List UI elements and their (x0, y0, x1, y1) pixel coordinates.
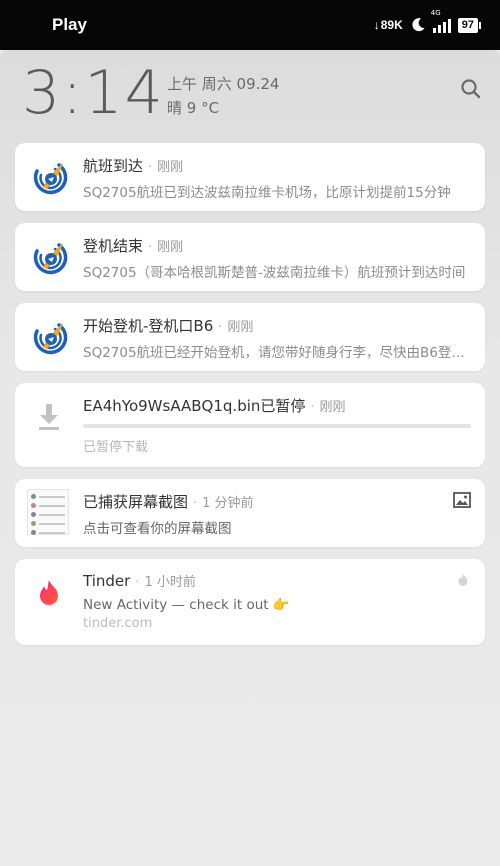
notification-body: New Activity — check it out 👉 (83, 597, 290, 613)
date-weather[interactable]: 上午 周六 09.24 晴 9 °C (167, 72, 279, 120)
weather-line: 晴 9 °C (167, 99, 220, 117)
notification-boarding-closed[interactable]: 登机结束 · 刚刚 SQ2705（哥本哈根凯斯楚普-波兹南拉维卡）航班预计到达时间 (15, 223, 485, 291)
download-status: 已暂停下载 (83, 440, 149, 455)
download-arrow-icon: ↓ (373, 18, 380, 32)
tinder-small-icon (455, 572, 471, 592)
notification-title: EA4hYo9WsAABQ1q.bin已暂停 (83, 397, 306, 415)
notification-time: 1 小时前 (144, 575, 196, 590)
notification-title: Tinder (83, 572, 131, 590)
moon-icon (410, 17, 426, 33)
notification-screenshot[interactable]: 已捕获屏幕截图 · 1 分钟前 点击可查看你的屏幕截图 (15, 479, 485, 547)
screenshot-thumbnail (27, 489, 69, 535)
signal-type: 4G (430, 9, 441, 17)
notification-boarding-started[interactable]: 开始登机-登机口B6 · 刚刚 SQ2705航班已经开始登机，请您带好随身行李，尽快… (15, 303, 485, 371)
net-speed-value: 89K (380, 18, 403, 32)
battery-level: 97 (461, 18, 474, 31)
flight-app-icon (29, 157, 69, 197)
notification-time: 刚刚 (319, 400, 346, 415)
notification-shade: 3:14 上午 周六 09.24 晴 9 °C 航班到达 · 刚刚 SQ2705航班… (0, 50, 500, 866)
battery-icon: 97 (457, 17, 482, 33)
notification-title: 开始登机-登机口B6 (83, 317, 214, 335)
clock[interactable]: 3:14 (22, 58, 165, 128)
flight-app-icon (29, 237, 69, 277)
notification-title: 航班到达 (83, 157, 144, 175)
notification-title: 已捕获屏幕截图 (83, 493, 189, 511)
notification-title-row: 已捕获屏幕截图 · 1 分钟前 (83, 493, 254, 511)
notification-title-row: EA4hYo9WsAABQ1q.bin已暂停 · 刚刚 (83, 397, 346, 415)
notification-link: tinder.com (83, 616, 153, 631)
notification-body: 点击可查看你的屏幕截图 (83, 521, 232, 537)
notification-title-row: 登机结束 · 刚刚 (83, 237, 184, 255)
notification-time: 刚刚 (157, 240, 184, 255)
notification-tinder[interactable]: Tinder · 1 小时前 New Activity — check it out… (15, 559, 485, 645)
search-icon[interactable] (460, 78, 482, 104)
notification-title-row: Tinder · 1 小时前 (83, 572, 196, 590)
notification-time: 刚刚 (227, 320, 254, 335)
flight-app-icon (29, 317, 69, 357)
notification-title: 登机结束 (83, 237, 144, 255)
notification-body: SQ2705航班已经开始登机，请您带好随身行李，尽快由B6登机口登机 (83, 345, 473, 361)
network-speed: ↓ 89K (374, 18, 403, 32)
image-icon[interactable] (453, 492, 471, 512)
notification-download-paused[interactable]: EA4hYo9WsAABQ1q.bin已暂停 · 刚刚 已暂停下载 (15, 383, 485, 467)
notification-flight-arrived[interactable]: 航班到达 · 刚刚 SQ2705航班已到达波兹南拉维卡机场，比原计划提前15分钟 (15, 143, 485, 211)
status-icons: ↓ 89K 4G 97 (374, 9, 482, 33)
date-line: 上午 周六 09.24 (167, 75, 280, 93)
shade-header: 3:14 上午 周六 09.24 晴 9 °C (0, 50, 500, 134)
notification-body: SQ2705（哥本哈根凯斯楚普-波兹南拉维卡）航班预计到达时间 (83, 265, 466, 281)
signal-icon: 4G (431, 9, 451, 33)
notification-time: 刚刚 (157, 160, 184, 175)
notification-title-row: 开始登机-登机口B6 · 刚刚 (83, 317, 254, 335)
notification-time: 1 分钟前 (202, 496, 254, 511)
download-progress-bar (83, 424, 471, 428)
carrier-label: Play (52, 15, 87, 34)
notification-body: SQ2705航班已到达波兹南拉维卡机场，比原计划提前15分钟 (83, 185, 451, 201)
notification-title-row: 航班到达 · 刚刚 (83, 157, 184, 175)
tinder-flame-icon (33, 577, 65, 609)
download-icon (33, 401, 65, 433)
status-bar: Play ↓ 89K 4G 97 (0, 0, 500, 50)
